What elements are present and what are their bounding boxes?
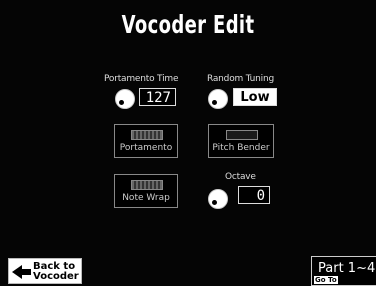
pitch-bender-indicator xyxy=(226,130,258,140)
portamento-switch-label: Portamento xyxy=(119,143,173,153)
pitch-bender-switch-label: Pitch Bender xyxy=(212,143,270,153)
octave-knob[interactable] xyxy=(208,189,228,209)
back-button-line2: Vocoder xyxy=(33,271,79,282)
portamento-time-label: Portamento Time xyxy=(104,74,179,84)
part-button-label: Part 1~4 xyxy=(318,261,376,276)
note-wrap-indicator xyxy=(131,180,163,190)
page-title: Vocoder Edit xyxy=(121,10,255,39)
random-tuning-label: Random Tuning xyxy=(207,74,274,84)
random-tuning-knob[interactable] xyxy=(208,89,228,109)
random-tuning-value[interactable]: Low xyxy=(233,88,277,106)
note-wrap-switch[interactable]: Note Wrap xyxy=(114,174,178,208)
portamento-indicator xyxy=(131,130,163,140)
part-1-4-button[interactable]: Part 1~4 Go To xyxy=(311,256,376,286)
vocoder-edit-screen: Vocoder Edit Portamento Time 127 Random … xyxy=(0,0,376,286)
portamento-time-knob[interactable] xyxy=(115,89,135,109)
back-arrow-tail xyxy=(21,269,31,275)
pitch-bender-switch[interactable]: Pitch Bender xyxy=(208,124,274,158)
octave-label: Octave xyxy=(225,172,256,182)
go-to-label: Go To xyxy=(314,276,338,284)
back-to-vocoder-button[interactable]: Back to Vocoder xyxy=(8,258,82,284)
portamento-time-value[interactable]: 127 xyxy=(139,88,176,106)
portamento-switch[interactable]: Portamento xyxy=(114,124,178,158)
note-wrap-switch-label: Note Wrap xyxy=(122,193,170,203)
octave-value[interactable]: 0 xyxy=(238,186,270,204)
